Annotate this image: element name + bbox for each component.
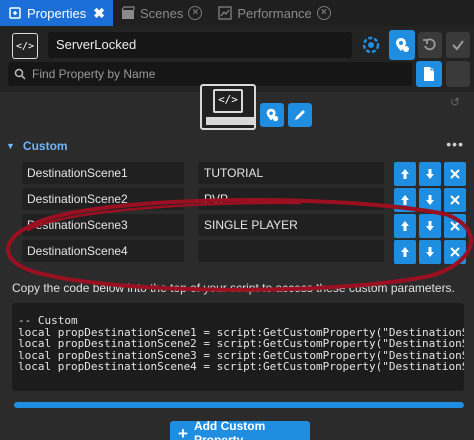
code-bracket-icon: </> bbox=[213, 89, 243, 113]
properties-header: </> ServerLocked bbox=[0, 26, 474, 92]
move-down-button[interactable] bbox=[419, 188, 441, 212]
asset-base bbox=[206, 117, 254, 125]
arrow-down-icon bbox=[426, 247, 434, 257]
network-gear-icon bbox=[362, 36, 380, 54]
pin-icon bbox=[266, 108, 279, 122]
code-line: local propDestinationScene2 = script:Get… bbox=[18, 337, 464, 350]
close-icon[interactable]: ✖ bbox=[93, 5, 105, 22]
custom-property-row: DestinationScene4 bbox=[22, 240, 468, 264]
arrow-up-icon bbox=[401, 221, 409, 231]
options-button[interactable] bbox=[446, 61, 470, 87]
tab-scenes[interactable]: Scenes × bbox=[113, 0, 210, 26]
property-value-input[interactable]: PVP bbox=[198, 188, 384, 210]
property-name: DestinationScene1 bbox=[22, 162, 184, 184]
move-up-button[interactable] bbox=[394, 162, 416, 186]
scrollbar-thumb[interactable] bbox=[14, 402, 464, 408]
arrow-up-icon bbox=[401, 247, 409, 257]
delete-property-button[interactable] bbox=[444, 240, 466, 264]
custom-property-row: DestinationScene1 TUTORIAL bbox=[22, 162, 468, 186]
script-asset-icon[interactable]: </> bbox=[200, 84, 256, 130]
search-input[interactable] bbox=[32, 67, 392, 81]
edit-script-button[interactable] bbox=[288, 103, 312, 127]
property-value-input[interactable] bbox=[198, 240, 384, 262]
pin-button[interactable] bbox=[389, 30, 415, 60]
close-icon bbox=[450, 221, 460, 231]
code-line: local propDestinationScene4 = script:Get… bbox=[18, 360, 464, 373]
check-icon bbox=[452, 40, 464, 51]
property-name: DestinationScene2 bbox=[22, 188, 184, 210]
close-icon bbox=[450, 195, 460, 205]
performance-icon bbox=[218, 6, 232, 20]
code-line: -- Custom bbox=[18, 314, 78, 327]
tab-label: Properties bbox=[27, 5, 87, 21]
arrow-up-icon bbox=[401, 169, 409, 179]
object-name-field[interactable]: ServerLocked bbox=[48, 32, 352, 58]
search-icon bbox=[14, 68, 26, 80]
move-down-button[interactable] bbox=[419, 214, 441, 238]
arrow-down-icon bbox=[426, 169, 434, 179]
pin-icon bbox=[396, 38, 409, 52]
custom-help-text: Copy the code below into the top of your… bbox=[12, 281, 455, 295]
custom-section-title: Custom bbox=[22, 139, 68, 153]
network-settings-button[interactable] bbox=[358, 32, 384, 58]
add-button-label: Add Custom Property bbox=[193, 419, 266, 440]
arrow-up-icon bbox=[401, 195, 409, 205]
tab-bar: Properties ✖ Scenes × Performance × bbox=[0, 0, 474, 26]
code-snippet-box[interactable]: -- Custom local propDestinationScene1 = … bbox=[12, 303, 464, 391]
more-options-icon[interactable]: ••• bbox=[446, 136, 464, 152]
delete-property-button[interactable] bbox=[444, 214, 466, 238]
code-scrollbar[interactable] bbox=[14, 402, 464, 408]
tab-label: Scenes bbox=[139, 5, 184, 21]
scenes-icon bbox=[121, 6, 135, 19]
script-asset-panel: </> ↺ bbox=[0, 84, 474, 134]
property-value-input[interactable]: TUTORIAL bbox=[198, 162, 384, 184]
move-up-button[interactable] bbox=[394, 214, 416, 238]
properties-icon bbox=[9, 7, 21, 19]
property-value-input[interactable]: SINGLE PLAYER bbox=[198, 214, 384, 236]
undo-icon bbox=[423, 38, 436, 51]
property-name: DestinationScene3 bbox=[22, 214, 184, 236]
move-down-button[interactable] bbox=[419, 162, 441, 186]
plus-icon: + bbox=[178, 423, 188, 440]
close-icon[interactable]: × bbox=[188, 6, 203, 20]
delete-property-button[interactable] bbox=[444, 162, 466, 186]
close-icon bbox=[450, 169, 460, 179]
tab-performance[interactable]: Performance × bbox=[210, 0, 338, 26]
collapse-arrow-icon[interactable]: ▼ bbox=[6, 141, 15, 151]
custom-section-header[interactable]: ▼ Custom ••• bbox=[6, 136, 468, 154]
delete-property-button[interactable] bbox=[444, 188, 466, 212]
move-down-button[interactable] bbox=[419, 240, 441, 264]
arrow-down-icon bbox=[426, 195, 434, 205]
custom-property-row: DestinationScene3 SINGLE PLAYER bbox=[22, 214, 468, 238]
move-up-button[interactable] bbox=[394, 188, 416, 212]
documentation-button[interactable] bbox=[416, 61, 442, 87]
custom-property-row: DestinationScene2 PVP bbox=[22, 188, 468, 212]
document-icon bbox=[424, 67, 434, 81]
add-custom-property-button[interactable]: + Add Custom Property bbox=[170, 419, 310, 440]
reset-icon[interactable]: ↺ bbox=[450, 95, 460, 109]
script-icon: </> bbox=[12, 33, 38, 59]
property-search[interactable] bbox=[8, 62, 412, 86]
close-icon bbox=[450, 247, 460, 257]
confirm-button[interactable] bbox=[446, 32, 470, 58]
tab-label: Performance bbox=[237, 5, 312, 21]
move-up-button[interactable] bbox=[394, 240, 416, 264]
pencil-icon bbox=[295, 110, 305, 120]
locate-asset-button[interactable] bbox=[260, 103, 284, 127]
property-name: DestinationScene4 bbox=[22, 240, 184, 262]
close-icon[interactable]: × bbox=[316, 6, 331, 20]
arrow-down-icon bbox=[426, 221, 434, 231]
tab-properties[interactable]: Properties ✖ bbox=[0, 0, 113, 26]
revert-button[interactable] bbox=[418, 32, 442, 58]
